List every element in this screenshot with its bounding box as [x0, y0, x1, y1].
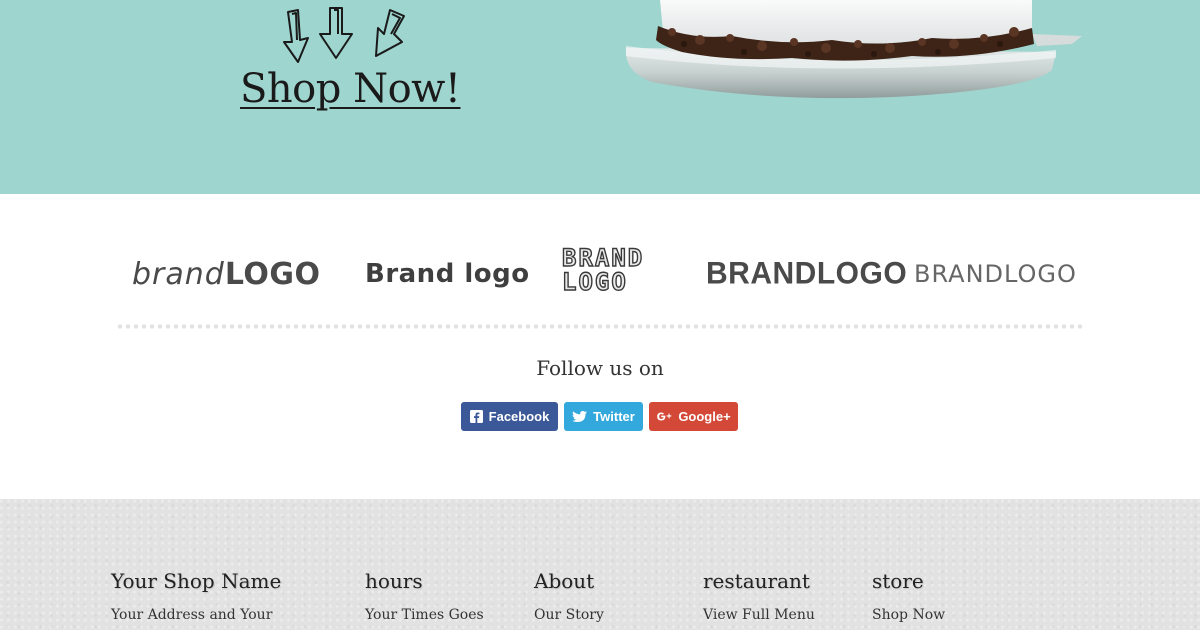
brand-logo-3: BRAND LOGO — [561, 244, 645, 306]
cake-image — [625, 0, 1082, 99]
follow-us-heading: Follow us on — [536, 356, 664, 380]
footer-address-text: Your Address and Your — [111, 607, 273, 623]
brand-logo-2: Brand logo — [365, 259, 530, 289]
footer-column-store: store Shop Now — [872, 569, 945, 623]
brand-logo-5: BRANDLOGO — [914, 260, 1077, 288]
shop-now-link[interactable]: Shop Now! — [240, 66, 461, 112]
hand-drawn-arrows-icon — [283, 7, 405, 63]
brand-logo-1-part-a: brand — [132, 256, 225, 292]
facebook-button-label: Facebook — [488, 409, 550, 424]
footer-heading-hours: hours — [365, 569, 423, 593]
brand-section: brand LOGO Brand logo BRAND LOGO BRANDLOG… — [0, 194, 1200, 499]
twitter-button-label: Twitter — [593, 409, 635, 424]
brand-logo-1: brand LOGO — [132, 244, 321, 304]
brand-logo-1-part-b: LOGO — [224, 256, 321, 292]
footer-heading-store: store — [872, 569, 924, 593]
footer-column-about: About Our Story — [534, 569, 604, 623]
site-footer: Your Shop Name Your Address and Your hou… — [0, 499, 1200, 630]
footer-heading-shop-name: Your Shop Name — [111, 569, 282, 593]
footer-column-restaurant: restaurant View Full Menu — [703, 569, 815, 623]
footer-link-view-full-menu[interactable]: View Full Menu — [703, 607, 815, 623]
footer-heading-restaurant: restaurant — [703, 569, 810, 593]
facebook-icon — [469, 410, 483, 423]
footer-column-hours: hours Your Times Goes — [365, 569, 484, 623]
footer-link-shop-now[interactable]: Shop Now — [872, 607, 945, 623]
brand-logo-3-line-2: LOGO — [561, 268, 628, 296]
twitter-button[interactable]: Twitter — [564, 402, 643, 431]
footer-hours-text: Your Times Goes — [365, 607, 484, 623]
google-plus-button[interactable]: Google+ — [649, 402, 738, 431]
footer-heading-about: About — [534, 569, 595, 593]
google-plus-icon — [657, 412, 672, 421]
twitter-icon — [572, 410, 588, 422]
brand-logo-3-line-1: BRAND — [561, 244, 645, 272]
footer-column-shop: Your Shop Name Your Address and Your — [111, 569, 281, 623]
hero-banner: Shop Now! — [0, 0, 1200, 194]
footer-link-our-story[interactable]: Our Story — [534, 607, 604, 623]
google-plus-button-label: Google+ — [678, 409, 731, 424]
brand-logo-4: BRANDLOGO — [706, 256, 908, 291]
dotted-divider — [116, 324, 1086, 329]
facebook-button[interactable]: Facebook — [461, 402, 558, 431]
